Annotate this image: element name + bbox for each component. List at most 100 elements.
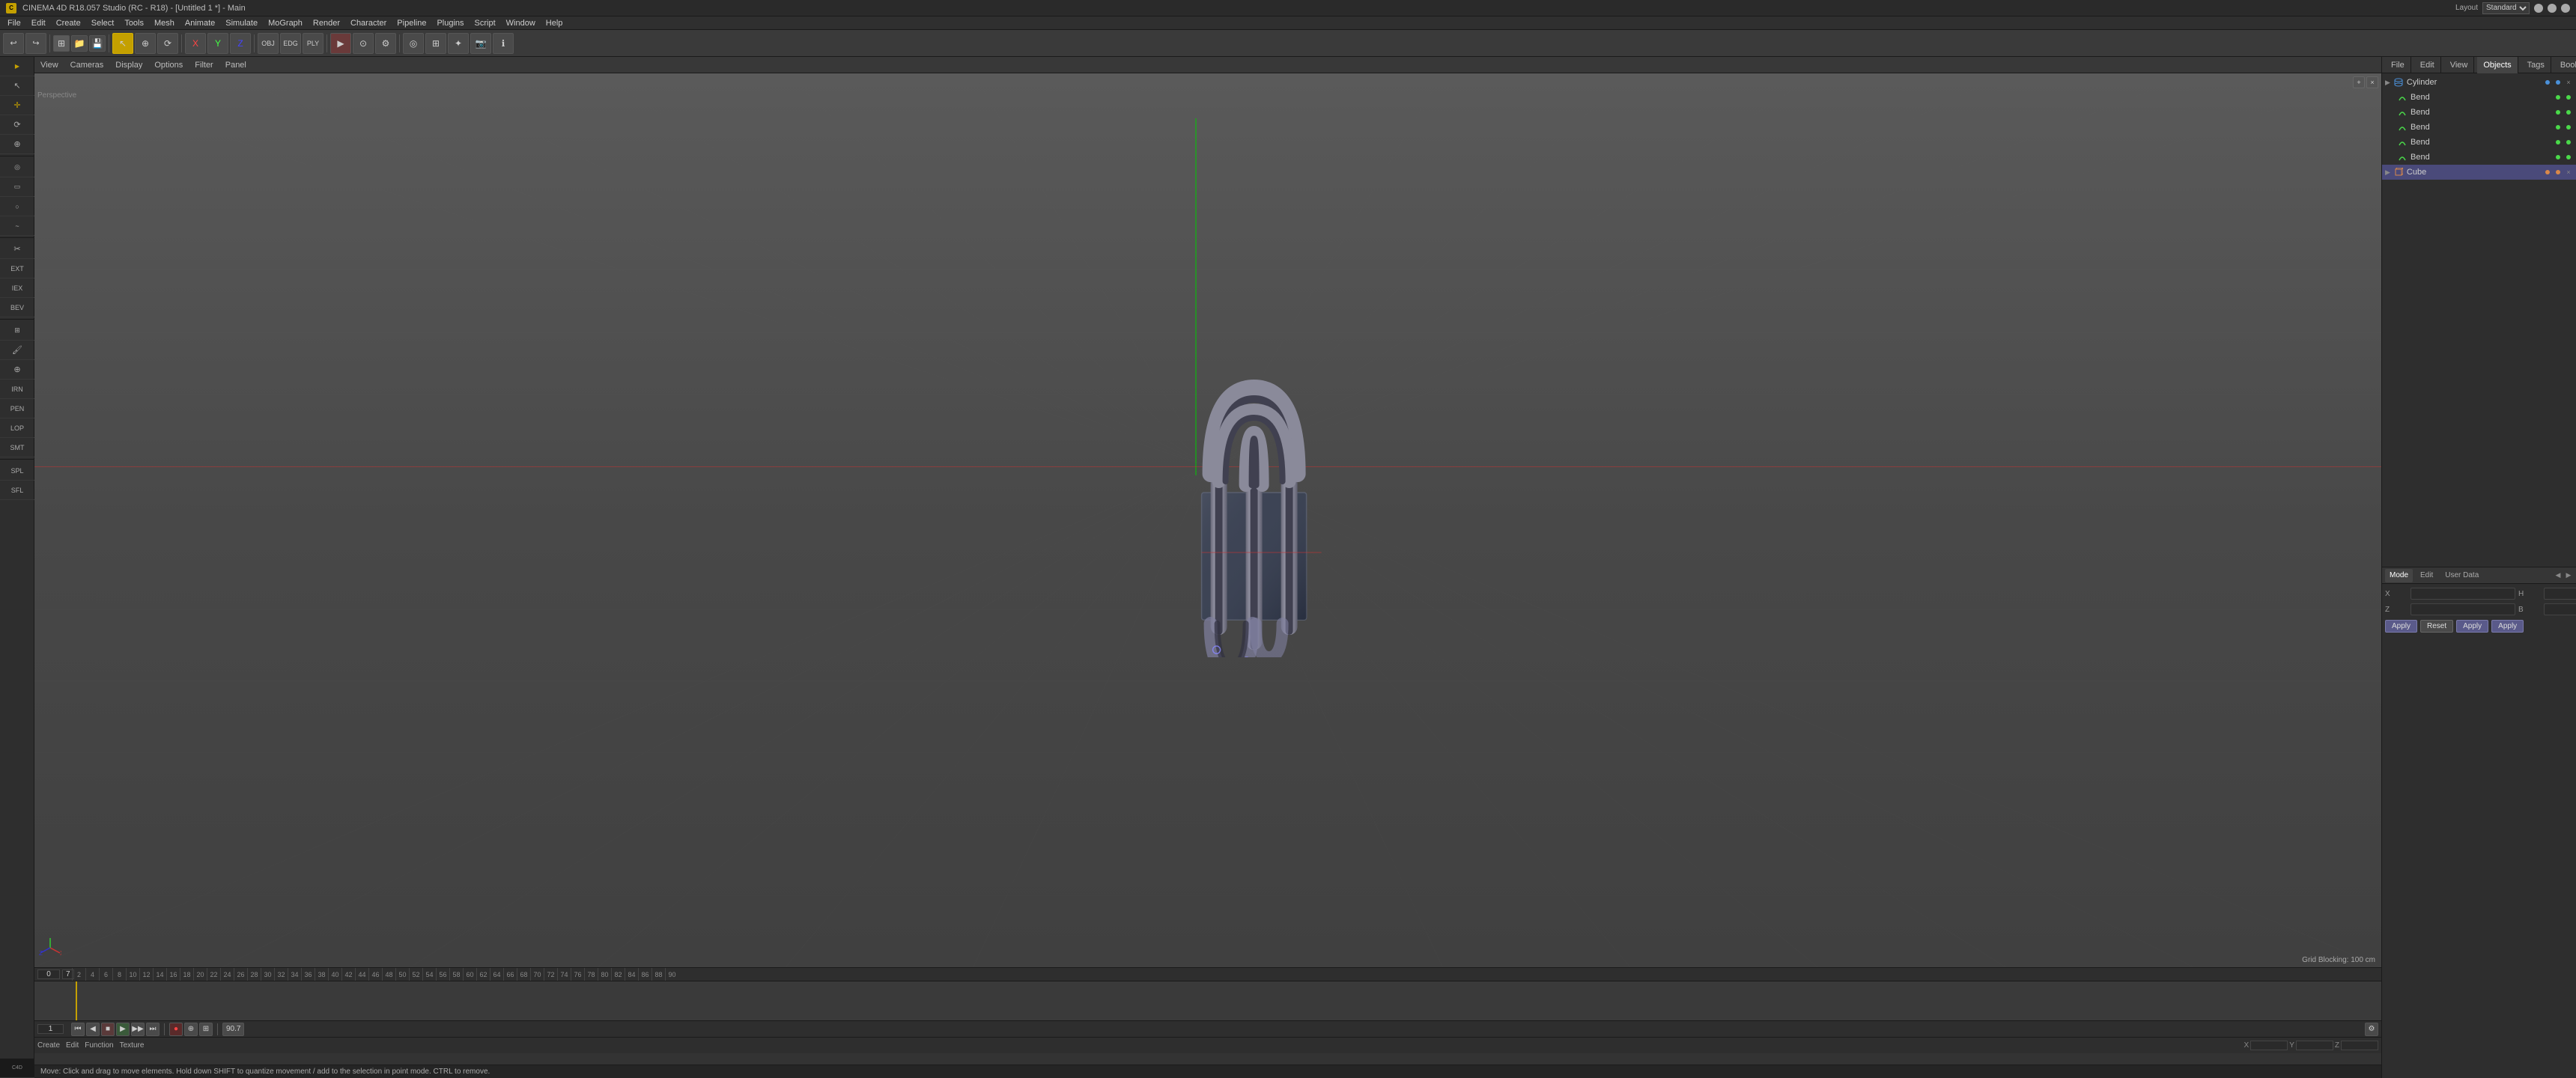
sidebar-smooth[interactable]: SMT (0, 438, 34, 457)
go-to-start-btn[interactable]: ⏮ (71, 1023, 85, 1036)
record-auto-btn[interactable]: ⊕ (184, 1023, 198, 1036)
grid-btn[interactable]: ⊞ (425, 33, 446, 54)
vp-close-btn[interactable]: × (2366, 76, 2378, 88)
panel-tab-file[interactable]: File (2385, 57, 2411, 73)
x-axis-btn[interactable]: X (185, 33, 206, 54)
sidebar-paint[interactable]: 🖌 (0, 341, 34, 360)
object-item-bend-5[interactable]: Bend (2382, 150, 2576, 165)
sidebar-select-tool[interactable]: ↖ (0, 76, 34, 96)
obj-mode-btn[interactable]: OBJ (258, 33, 279, 54)
viewport-canvas[interactable]: + × Perspective X Y Z Grid Blocking: 100… (34, 73, 2381, 967)
sidebar-set-flow[interactable]: SFL (0, 481, 34, 500)
obj-close-cylinder[interactable]: × (2564, 78, 2573, 87)
play-fast-forward-btn[interactable]: ▶▶ (131, 1023, 145, 1036)
menu-file[interactable]: File (3, 16, 25, 30)
new-btn[interactable]: ⊞ (53, 35, 70, 52)
frame-start-input[interactable] (37, 969, 60, 979)
vp-menu-options[interactable]: Options (151, 61, 186, 70)
panel-tab-edit[interactable]: Edit (2414, 57, 2441, 73)
object-item-bend-4[interactable]: Bend (2382, 135, 2576, 150)
sidebar-magnet[interactable]: ⊕ (0, 360, 34, 380)
menu-tools[interactable]: Tools (120, 16, 148, 30)
sidebar-knife[interactable]: ✂ (0, 240, 34, 259)
obj-render-vis-bend-1[interactable] (2564, 93, 2573, 102)
menu-script[interactable]: Script (470, 16, 500, 30)
coord-x-input[interactable] (2250, 1041, 2288, 1050)
sidebar-scale-tool[interactable]: ⊕ (0, 135, 34, 154)
vp-menu-panel[interactable]: Panel (222, 61, 249, 70)
edge-mode-btn[interactable]: EDG (280, 33, 301, 54)
attr-z-input[interactable] (2411, 603, 2515, 615)
obj-render-vis-bend-3[interactable] (2564, 123, 2573, 132)
object-item-bend-2[interactable]: Bend (2382, 105, 2576, 120)
sidebar-circle-sel[interactable]: ○ (0, 197, 34, 216)
sidebar-loop-cut[interactable]: LOP (0, 418, 34, 438)
vp-menu-display[interactable]: Display (112, 61, 145, 70)
scale-tool-btn[interactable]: ⊕ (135, 33, 156, 54)
menu-help[interactable]: Help (541, 16, 568, 30)
sidebar-free-sel[interactable]: ~ (0, 216, 34, 236)
apply-btn-3[interactable]: Apply (2491, 620, 2524, 633)
sidebar-extrude[interactable]: EXT (0, 259, 34, 278)
obj-expand-cube[interactable]: ▶ (2385, 168, 2390, 177)
save-btn[interactable]: 💾 (89, 35, 106, 52)
menu-window[interactable]: Window (502, 16, 540, 30)
func-edit[interactable]: Edit (66, 1041, 79, 1050)
layout-select[interactable]: Standard (2482, 2, 2530, 14)
record-btn[interactable]: ● (169, 1023, 183, 1036)
object-item-bend-3[interactable]: Bend (2382, 120, 2576, 135)
menu-create[interactable]: Create (52, 16, 85, 30)
record-new-btn[interactable]: ⊞ (199, 1023, 213, 1036)
menu-edit[interactable]: Edit (27, 16, 50, 30)
sidebar-bridge[interactable]: ⊞ (0, 321, 34, 341)
coord-z-input[interactable] (2341, 1041, 2378, 1050)
play-forward-btn[interactable]: ▶ (116, 1023, 130, 1036)
timeline-settings-btn[interactable]: ⚙ (2365, 1023, 2378, 1036)
object-item-cube[interactable]: ▶ Cube (2382, 165, 2576, 180)
sidebar-bevel[interactable]: BEV (0, 298, 34, 317)
menu-mocam[interactable]: MoGraph (264, 16, 307, 30)
reset-btn[interactable]: Reset (2420, 620, 2453, 633)
sidebar-inner-extrude[interactable]: IEX (0, 278, 34, 298)
menu-animate[interactable]: Animate (180, 16, 219, 30)
attr-b-input[interactable] (2544, 603, 2576, 615)
sidebar-iron[interactable]: IRN (0, 380, 34, 399)
obj-vis-bend-5[interactable] (2554, 153, 2563, 162)
attr-nav-next[interactable]: ▶ (2564, 571, 2573, 580)
obj-vis-bend-4[interactable] (2554, 138, 2563, 147)
menu-pipeline[interactable]: Pipeline (392, 16, 431, 30)
menu-plugins[interactable]: Plugins (432, 16, 468, 30)
obj-vis-bend-2[interactable] (2554, 108, 2563, 117)
obj-vis-cube[interactable] (2543, 168, 2552, 177)
obj-render-vis-bend-4[interactable] (2564, 138, 2573, 147)
current-frame-input[interactable] (37, 1024, 64, 1034)
menu-render[interactable]: Render (309, 16, 344, 30)
obj-render-vis-bend-5[interactable] (2564, 153, 2573, 162)
play-backward-btn[interactable]: ◀ (86, 1023, 100, 1036)
sidebar-move-tool[interactable]: ✛ (0, 96, 34, 115)
sidebar-mode-object[interactable]: ▶ (0, 57, 34, 76)
vp-expand-btn[interactable]: + (2353, 76, 2365, 88)
sidebar-rect-sel[interactable]: ▭ (0, 177, 34, 197)
y-axis-btn[interactable]: Y (207, 33, 228, 54)
z-axis-btn[interactable]: Z (230, 33, 251, 54)
menu-character[interactable]: Character (346, 16, 391, 30)
sidebar-rotate-tool[interactable]: ⟳ (0, 115, 34, 135)
object-item-bend-1[interactable]: Bend (2382, 90, 2576, 105)
go-to-end-btn[interactable]: ⏭ (146, 1023, 160, 1036)
attr-x-input[interactable] (2411, 588, 2515, 600)
minimize-btn[interactable] (2534, 4, 2543, 13)
obj-render-vis-cube[interactable] (2554, 168, 2563, 177)
sidebar-live-sel[interactable]: ◎ (0, 158, 34, 177)
world-axis-btn[interactable]: ✦ (448, 33, 469, 54)
object-item-cylinder[interactable]: ▶ Cylinder (2382, 75, 2576, 90)
vp-menu-view[interactable]: View (37, 61, 61, 70)
func-texture[interactable]: Texture (120, 1041, 145, 1050)
timeline-content[interactable] (34, 981, 2381, 1020)
vp-menu-filter[interactable]: Filter (192, 61, 216, 70)
render-btn[interactable]: ▶ (330, 33, 351, 54)
obj-render-vis-bend-2[interactable] (2564, 108, 2573, 117)
panel-tab-bookmarks[interactable]: Bookmarks (2554, 57, 2576, 73)
func-create[interactable]: Create (37, 1041, 60, 1050)
obj-vis-bend-3[interactable] (2554, 123, 2563, 132)
